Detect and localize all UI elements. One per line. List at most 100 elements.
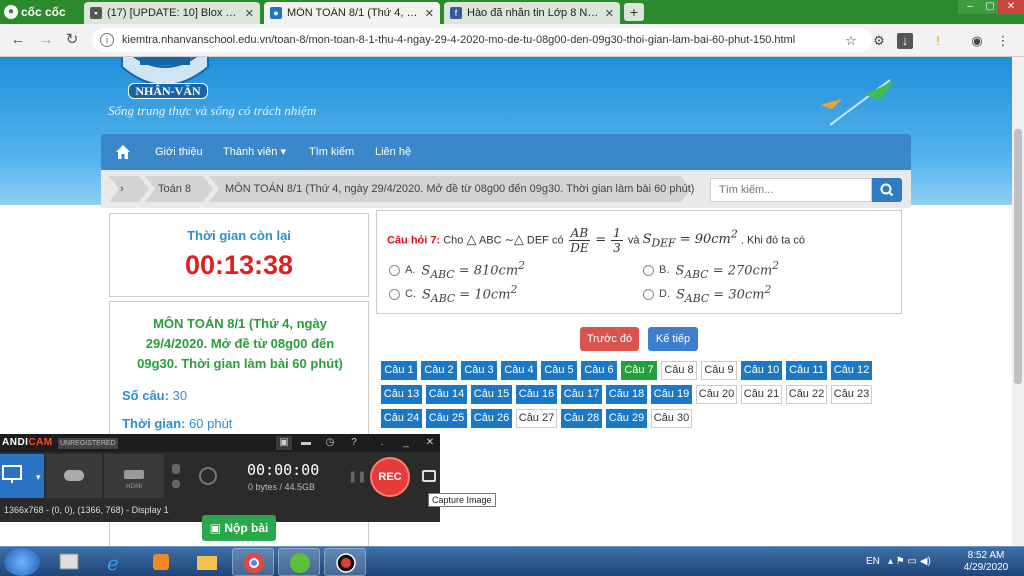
page-scrollbar[interactable] xyxy=(1012,57,1024,546)
question-nav-button[interactable]: Câu 26 xyxy=(471,409,512,428)
breadcrumb-root[interactable] xyxy=(109,176,149,202)
radio-button[interactable] xyxy=(643,264,654,276)
tab-blox-fruits[interactable]: ▪ (17) [UPDATE: 10] Blox Fruits ✕ xyxy=(84,2,260,24)
question-nav-button[interactable]: Câu 10 xyxy=(741,361,782,380)
close-icon[interactable]: ✕ xyxy=(422,436,438,450)
address-bar[interactable]: i kiemtra.nhanvanschool.edu.vn/toan-8/mo… xyxy=(92,28,872,52)
close-tab-icon[interactable]: ✕ xyxy=(245,7,254,20)
question-nav-button[interactable]: Câu 7 xyxy=(621,361,657,380)
site-info-icon[interactable]: i xyxy=(100,33,114,47)
next-question-button[interactable]: Kế tiếp xyxy=(648,327,698,351)
question-nav-button[interactable]: Câu 4 xyxy=(501,361,537,380)
site-search-input[interactable] xyxy=(710,178,872,202)
language-indicator[interactable]: EN xyxy=(866,547,880,576)
download-icon[interactable]: ↓ xyxy=(897,33,913,49)
help-icon[interactable]: ? xyxy=(346,436,362,450)
question-count-value: 30 xyxy=(172,388,188,403)
answer-option-c[interactable]: C. SABC = 10cm2 xyxy=(389,283,517,305)
tab-mon-toan[interactable]: ● MÔN TOÁN 8/1 (Thứ 4, ngày ✕ xyxy=(264,2,440,24)
question-nav-button[interactable]: Câu 27 xyxy=(516,409,557,428)
screen-mode-button[interactable]: ▾ xyxy=(0,454,44,498)
question-nav-button[interactable]: Câu 12 xyxy=(831,361,872,380)
question-nav-button[interactable]: Câu 25 xyxy=(426,409,467,428)
question-nav-button[interactable]: Câu 8 xyxy=(661,361,697,380)
nav-thanh-vien[interactable]: Thành viên ▾ xyxy=(223,134,286,170)
alert-icon[interactable]: ! xyxy=(930,33,946,49)
radio-button[interactable] xyxy=(389,264,400,276)
nav-tim-kiem[interactable]: Tìm kiếm xyxy=(309,134,354,170)
question-nav-button[interactable]: Câu 19 xyxy=(651,385,692,404)
chrome-app-icon[interactable] xyxy=(232,548,274,576)
bandicam-app-icon[interactable] xyxy=(324,548,366,576)
question-nav-button[interactable]: Câu 23 xyxy=(831,385,872,404)
system-clock[interactable]: 8:52 AM 4/29/2020 xyxy=(960,550,1012,574)
close-tab-icon[interactable]: ✕ xyxy=(425,7,434,20)
pause-icon[interactable]: ❚❚ xyxy=(348,470,366,483)
question-nav-button[interactable]: Câu 13 xyxy=(381,385,422,404)
menu-icon[interactable]: ⋮ xyxy=(995,33,1011,49)
question-nav-button[interactable]: Câu 30 xyxy=(651,409,692,428)
question-nav-button[interactable]: Câu 16 xyxy=(516,385,557,404)
reload-icon[interactable]: ↻ xyxy=(62,30,82,50)
folder-icon[interactable]: ▬ xyxy=(298,436,314,450)
question-nav-button[interactable]: Câu 15 xyxy=(471,385,512,404)
coccoc-app-icon[interactable] xyxy=(278,548,320,576)
question-nav-button[interactable]: Câu 20 xyxy=(696,385,737,404)
question-nav-button[interactable]: Câu 11 xyxy=(786,361,827,380)
question-nav-button[interactable]: Câu 22 xyxy=(786,385,827,404)
breadcrumb-label[interactable]: MÔN TOÁN 8/1 (Thứ 4, ngày 29/4/2020. Mở … xyxy=(225,176,694,202)
question-nav-button[interactable]: Câu 17 xyxy=(561,385,602,404)
nav-gioi-thieu[interactable]: Giới thiệu xyxy=(155,134,203,170)
tray-icons[interactable]: ▴ ⚑ ▭ ◀) xyxy=(888,547,931,576)
new-tab-button[interactable]: + xyxy=(624,3,644,21)
back-arrow-icon[interactable]: ← xyxy=(8,30,28,50)
close-window-icon[interactable]: ✕ xyxy=(998,0,1024,14)
device-mode-button[interactable]: HDMI xyxy=(104,454,164,498)
scrollbar-thumb[interactable] xyxy=(1014,129,1022,384)
webcam-controls[interactable] xyxy=(166,454,234,498)
question-nav-button[interactable]: Câu 14 xyxy=(426,385,467,404)
question-nav-button[interactable]: Câu 21 xyxy=(741,385,782,404)
question-nav-button[interactable]: Câu 28 xyxy=(561,409,602,428)
record-button[interactable]: REC xyxy=(370,457,410,497)
question-nav-button[interactable]: Câu 24 xyxy=(381,409,422,428)
breadcrumb-label[interactable]: Toán 8 xyxy=(158,176,191,202)
tab-messenger[interactable]: f Hào đã nhắn tin Lớp 8 Nhân ✕ xyxy=(444,2,620,24)
close-tab-icon[interactable]: ✕ xyxy=(605,7,614,20)
question-nav-button[interactable]: Câu 3 xyxy=(461,361,497,380)
home-icon[interactable] xyxy=(115,144,131,160)
question-nav-button[interactable]: Câu 29 xyxy=(606,409,647,428)
previous-question-button[interactable]: Trước đó xyxy=(580,327,639,351)
game-mode-button[interactable] xyxy=(46,454,102,498)
minimize-icon[interactable]: . xyxy=(374,436,390,450)
question-nav-button[interactable]: Câu 1 xyxy=(381,361,417,380)
media-player-icon[interactable] xyxy=(140,548,182,576)
minimize-icon[interactable]: _ xyxy=(398,436,414,450)
radio-button[interactable] xyxy=(643,288,654,300)
question-nav-button[interactable]: Câu 9 xyxy=(701,361,737,380)
extension-icon[interactable]: ⚙ xyxy=(871,33,887,49)
question-nav-button[interactable]: Câu 6 xyxy=(581,361,617,380)
bookmark-star-icon[interactable]: ☆ xyxy=(843,33,859,49)
answer-option-b[interactable]: B. SABC = 270cm2 xyxy=(643,259,779,281)
search-button[interactable] xyxy=(872,178,902,202)
answer-option-a[interactable]: A. SABC = 810cm2 xyxy=(389,259,525,281)
clock-icon[interactable]: ◷ xyxy=(322,436,338,450)
nav-lien-he[interactable]: Liên hệ xyxy=(375,134,411,170)
forward-arrow-icon[interactable]: → xyxy=(36,30,56,50)
folder-app-icon[interactable] xyxy=(186,548,228,576)
lock-icon[interactable]: ▣ xyxy=(276,436,292,450)
start-button[interactable] xyxy=(4,548,40,576)
camera-icon[interactable] xyxy=(422,470,436,482)
account-icon[interactable]: ◉ xyxy=(969,33,985,49)
question-nav-button[interactable]: Câu 18 xyxy=(606,385,647,404)
answer-option-d[interactable]: D. SABC = 30cm2 xyxy=(643,283,771,305)
submit-exam-button[interactable]: ▣ Nộp bài xyxy=(202,515,276,541)
question-nav-button[interactable]: Câu 2 xyxy=(421,361,457,380)
radio-button[interactable] xyxy=(389,288,400,300)
option-formula: SABC = 30cm2 xyxy=(676,283,771,305)
explorer-window-icon[interactable] xyxy=(48,548,90,576)
question-nav-button[interactable]: Câu 5 xyxy=(541,361,577,380)
browser-brand[interactable]: ● cốc cốc xyxy=(4,3,66,21)
internet-explorer-icon[interactable]: e xyxy=(94,548,136,576)
